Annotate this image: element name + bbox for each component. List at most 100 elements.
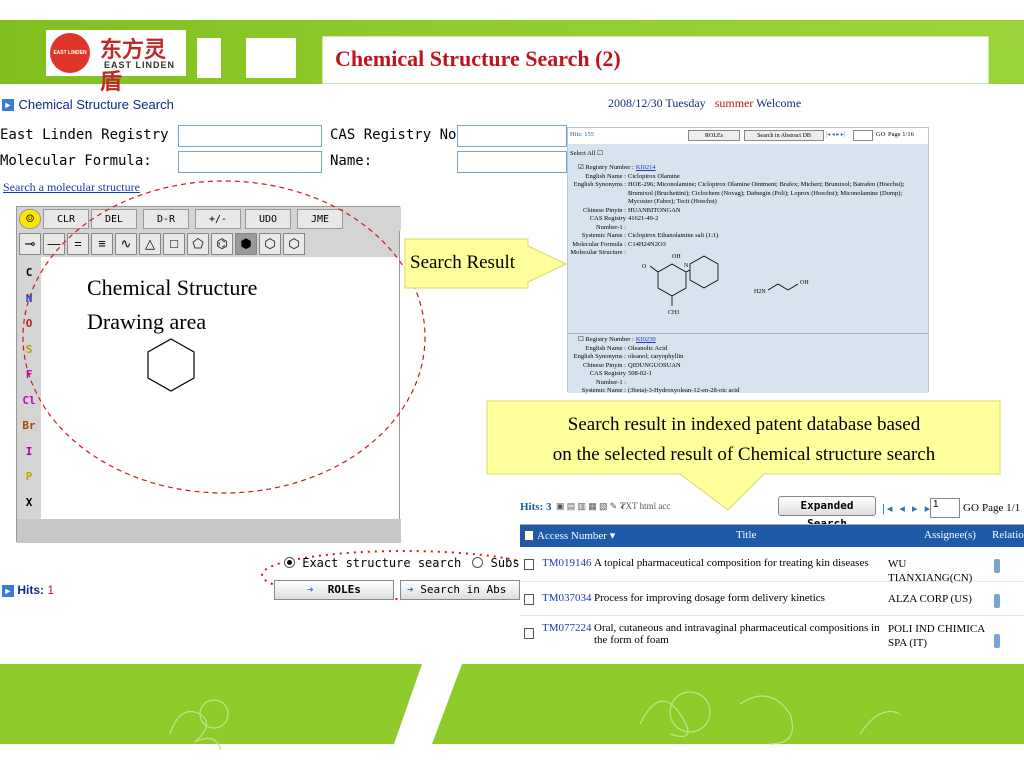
hexagon-structure-icon [147, 338, 195, 392]
row-checkbox[interactable] [524, 559, 534, 570]
registry-link[interactable]: KI0230 [636, 336, 656, 345]
registry-link[interactable]: KI0214 [636, 164, 656, 173]
svg-text:O: O [642, 264, 647, 270]
element-n-button[interactable]: N [19, 287, 39, 311]
logo: EAST LINDEN 东方灵盾 EAST LINDEN [46, 30, 186, 95]
jme-button[interactable]: JME [297, 209, 343, 229]
select-all[interactable]: Select All ☐ [570, 150, 603, 159]
relation-icon[interactable] [994, 634, 1000, 648]
molecule-structure-icon: OH O N CH3 H2N OH [642, 254, 809, 316]
chain-icon[interactable]: ∿ [115, 233, 137, 255]
page-input[interactable]: 1 [930, 498, 960, 518]
result-record-2: ☐ Registry Number : KI0230 English Name : Ol… [568, 333, 928, 394]
roles-small-button[interactable]: ROLEs [688, 130, 740, 141]
col-title[interactable]: Title [736, 529, 756, 541]
header-decor-block [246, 38, 296, 78]
canvas-caption: Chemical Structure Drawing area [87, 275, 258, 334]
substructure-radio[interactable] [472, 557, 484, 568]
roles-button[interactable]: ➔ ROLEs [274, 580, 394, 600]
wedge-bond-icon[interactable]: ⊸ [19, 233, 41, 255]
hexagon-ring-icon[interactable]: ⬢ [235, 233, 257, 255]
access-number-link[interactable]: TM019146 [542, 557, 592, 569]
access-number-link[interactable]: TM077224 [542, 622, 592, 634]
page-input[interactable] [853, 130, 873, 141]
double-bond-icon[interactable]: = [67, 233, 89, 255]
row-checkbox[interactable] [524, 594, 534, 605]
heptagon-ring-icon[interactable]: ⬡ [283, 233, 305, 255]
select-all-checkbox[interactable] [524, 530, 534, 541]
drawing-canvas[interactable]: Chemical Structure Drawing area [41, 257, 399, 519]
row-assignee: ALZA CORP (US) [888, 593, 972, 605]
triple-bond-icon[interactable]: ≡ [91, 233, 113, 255]
charge-button[interactable]: +/- [195, 209, 241, 229]
access-number-link[interactable]: TM037034 [542, 592, 592, 604]
name-input[interactable] [457, 151, 567, 173]
name-label: Name: [330, 153, 373, 169]
registry-input[interactable] [178, 125, 322, 147]
svg-text:N: N [684, 263, 689, 269]
udo-button[interactable]: UDO [245, 209, 291, 229]
bond-ring-toolbar: ⊸ — = ≡ ∿ △ □ ⬠ ⌬ ⬢ ⬡ ⬡ [17, 231, 401, 257]
row-checkbox[interactable] [524, 628, 534, 639]
pentagon-ring-icon[interactable]: ⬠ [187, 233, 209, 255]
col-access-number[interactable]: Access Number ▾ [537, 529, 615, 542]
element-p-button[interactable]: P [19, 465, 39, 489]
clr-button[interactable]: CLR [43, 209, 89, 229]
element-i-button[interactable]: I [19, 440, 39, 464]
search-result-callout-text: Search Result [410, 252, 516, 273]
element-br-button[interactable]: Br [19, 414, 39, 438]
editor-toolbar: ☺ CLR DEL D-R +/- UDO JME [17, 207, 401, 231]
pager-arrows-icon[interactable]: |◂ ◂ ▸ ▸| [882, 502, 937, 515]
element-o-button[interactable]: O [19, 312, 39, 336]
cas-input[interactable] [457, 125, 567, 147]
abstract-search-button[interactable]: ➔ Search in Abs [400, 580, 520, 600]
patent-toolbar: Hits: 3 ▣ ▤ ▥ ▦ ▧ ✎ ✓ TXT html acc Expan… [520, 496, 1024, 530]
expanded-search-button[interactable]: Expanded Search [778, 496, 876, 530]
triangle-ring-icon[interactable]: △ [139, 233, 161, 255]
element-cl-button[interactable]: Cl [19, 389, 39, 413]
footer-decoration [0, 664, 1024, 751]
section-heading: ► Chemical Structure Search [2, 97, 174, 112]
table-row[interactable]: TM019146 A topical pharmaceutical composi… [520, 547, 1024, 584]
dr-button[interactable]: D-R [143, 209, 189, 229]
benzene-ring-icon[interactable]: ⌬ [211, 233, 233, 255]
arrow-right-icon: ➔ [307, 583, 314, 596]
table-row[interactable]: TM077224 Oral, cutaneous and intravaginal… [520, 616, 1024, 665]
cas-label: CAS Registry No.: [330, 127, 474, 143]
pager-arrows-icon[interactable]: |◂ ◂ ▸ ▸| [826, 131, 845, 138]
element-palette: C N O S F Cl Br I P X [17, 257, 41, 519]
arrow-right-icon: ➔ [407, 583, 414, 596]
hits-summary: ► Hits: 1 [2, 583, 55, 597]
smiley-icon[interactable]: ☺ [19, 209, 41, 229]
patent-callout-text: Search result in indexed patent database… [552, 414, 936, 465]
abstract-small-button[interactable]: Search in Abstract DB [744, 130, 824, 141]
element-s-button[interactable]: S [19, 338, 39, 362]
slide-title-box: Chemical Structure Search (2) [322, 36, 989, 84]
exact-radio[interactable] [284, 557, 295, 568]
del-button[interactable]: DEL [91, 209, 137, 229]
element-x-button[interactable]: X [19, 491, 39, 515]
relation-icon[interactable] [994, 594, 1000, 608]
element-c-button[interactable]: C [19, 261, 39, 285]
table-row[interactable]: TM037034 Process for improving dosage for… [520, 582, 1024, 616]
draw-structure-link[interactable]: Search a molecular structure [3, 180, 140, 195]
export-icons[interactable]: ▣ ▤ ▥ ▦ ▧ ✎ ✓ [556, 501, 627, 512]
single-bond-icon[interactable]: — [43, 233, 65, 255]
col-relation[interactable]: Relation [992, 529, 1024, 541]
relation-icon[interactable] [994, 559, 1000, 573]
row-title: A topical pharmaceutical composition for… [594, 557, 869, 569]
col-assignee[interactable]: Assignee(s) [924, 529, 976, 541]
svg-text:OH: OH [800, 280, 809, 286]
square-ring-icon[interactable]: □ [163, 233, 185, 255]
editor-statusbar [17, 519, 401, 543]
formula-label: Molecular Formula: [0, 153, 152, 169]
formula-input[interactable] [178, 151, 322, 173]
structure-editor: ☺ CLR DEL D-R +/- UDO JME ⊸ — = ≡ ∿ △ □ … [16, 206, 401, 543]
svg-text:OH: OH [672, 254, 681, 260]
element-f-button[interactable]: F [19, 363, 39, 387]
logo-mark-icon: EAST LINDEN [50, 33, 90, 73]
hexagon-outline-icon[interactable]: ⬡ [259, 233, 281, 255]
arrow-icon: ► [2, 98, 14, 111]
header-decor-block [197, 38, 221, 78]
structure-result-panel: Hits: 155 ROLEs Search in Abstract DB |◂… [567, 127, 929, 394]
